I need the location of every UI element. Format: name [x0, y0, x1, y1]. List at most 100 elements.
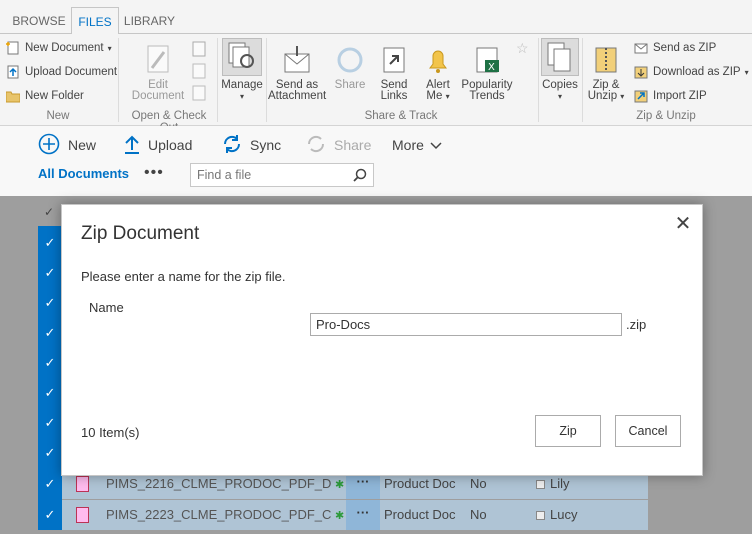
- new-folder-button[interactable]: New Folder: [5, 86, 84, 106]
- published-value: No: [470, 507, 487, 522]
- chevron-down-icon: ▾: [557, 92, 562, 101]
- row-checkmark[interactable]: ✓: [38, 438, 62, 468]
- dialog-description: Please enter a name for the zip file.: [81, 269, 286, 284]
- send-as-zip-button[interactable]: Send as ZIP: [634, 38, 716, 58]
- row-checkmark[interactable]: ✓: [38, 500, 62, 530]
- copies-label: Copies: [542, 79, 578, 91]
- alert-me-button[interactable]: Alert Me ▾: [418, 44, 458, 102]
- new-folder-label: New Folder: [25, 90, 84, 102]
- pdf-icon: [76, 476, 89, 492]
- group-label-zip: Zip & Unzip: [636, 110, 696, 122]
- upload-button[interactable]: Upload: [124, 134, 192, 156]
- copies-button[interactable]: Copies ▾: [540, 38, 580, 102]
- share-label: Share: [334, 137, 372, 153]
- share-icon: [334, 44, 366, 76]
- row-checkmark[interactable]: ✓: [38, 378, 62, 408]
- chevron-down-icon: ▾: [445, 92, 450, 101]
- tab-files[interactable]: FILES: [71, 7, 119, 35]
- sync-label: Sync: [250, 137, 282, 153]
- upload-document-button[interactable]: Upload Document: [6, 62, 117, 82]
- upload-label: Upload: [148, 137, 193, 153]
- row-checkmark[interactable]: ✓: [38, 258, 62, 288]
- tab-library[interactable]: LIBRARY: [119, 7, 180, 35]
- cancel-button[interactable]: Cancel: [615, 415, 681, 447]
- row-checkmark[interactable]: ✓: [38, 348, 62, 378]
- search-placeholder: Find a file: [197, 168, 252, 182]
- manage-button[interactable]: Manage ▾: [220, 38, 264, 102]
- send-links-label-2: Links: [380, 90, 408, 102]
- row-ellipsis[interactable]: ···: [346, 500, 380, 530]
- zip-name-input[interactable]: [310, 313, 622, 336]
- import-zip-button[interactable]: Import ZIP: [634, 86, 707, 106]
- chevron-down-icon: ▾: [239, 92, 244, 101]
- zip-button[interactable]: Zip: [535, 415, 601, 447]
- ribbon-tab-bar: BROWSE FILES LIBRARY: [0, 0, 752, 35]
- search-input[interactable]: Find a file: [190, 163, 374, 187]
- table-row[interactable]: PIMS_2223_CLME_PRODOC_PDF_C ✱ ··· Produc…: [62, 500, 648, 530]
- search-icon[interactable]: [353, 168, 367, 185]
- group-separator: [118, 38, 119, 122]
- copies-icon: [541, 38, 579, 76]
- chevron-down-icon: ▾: [107, 43, 112, 53]
- row-checkmark[interactable]: ✓: [38, 228, 62, 258]
- ribbon: New Document ▾ Upload Document New Folde…: [0, 34, 752, 134]
- group-separator: [217, 38, 218, 122]
- zip-extension: .zip: [626, 317, 647, 332]
- upload-icon: [6, 65, 20, 79]
- new-button[interactable]: New: [38, 133, 97, 158]
- folder-icon: [5, 89, 21, 103]
- close-icon[interactable]: ✕: [674, 214, 692, 234]
- svg-text:X: X: [488, 62, 495, 73]
- ribbon-share-button[interactable]: Share: [330, 44, 370, 91]
- row-checkmark[interactable]: ✓: [38, 318, 62, 348]
- more-button[interactable]: More: [392, 134, 442, 156]
- doc-type: Product Doc: [384, 476, 456, 491]
- share-icon: [306, 134, 326, 157]
- tab-browse[interactable]: BROWSE: [8, 7, 70, 35]
- manage-icon: [222, 38, 262, 76]
- edit-document-label-2: Document: [131, 90, 185, 102]
- attachment-icon: [281, 44, 313, 76]
- zip-unzip-button[interactable]: Zip & Unzip ▾: [586, 44, 626, 102]
- star-icon[interactable]: ☆: [516, 40, 529, 57]
- upload-arrow-icon: [124, 134, 140, 157]
- row-checkmark[interactable]: ✓: [38, 288, 62, 318]
- file-name[interactable]: PIMS_2223_CLME_PRODOC_PDF_C ✱: [106, 507, 344, 522]
- import-zip-icon: [634, 89, 648, 103]
- chevron-down-icon: ▾: [620, 92, 625, 101]
- file-name[interactable]: PIMS_2216_CLME_PRODOC_PDF_D ✱: [106, 476, 344, 491]
- share-button[interactable]: Share: [306, 134, 371, 156]
- group-label-new: New: [46, 110, 70, 122]
- row-checkmark[interactable]: ✓: [38, 408, 62, 438]
- group-separator: [266, 38, 267, 122]
- new-item-icon: ✱: [335, 510, 345, 522]
- plus-circle-icon: [38, 133, 60, 158]
- download-as-zip-button[interactable]: Download as ZIP ▾: [634, 62, 749, 82]
- chevron-down-icon: [430, 137, 442, 153]
- owner-name: Lucy: [550, 507, 578, 522]
- send-as-attachment-button[interactable]: Send as Attachment: [268, 44, 326, 102]
- doc-type: Product Doc: [384, 507, 456, 522]
- sync-button[interactable]: Sync: [222, 134, 281, 156]
- alert-me-label-2: Me ▾: [426, 90, 450, 102]
- view-selector-all-documents[interactable]: All Documents: [38, 166, 129, 181]
- excel-icon: X: [471, 44, 503, 76]
- popularity-trends-button[interactable]: X Popularity Trends: [460, 44, 514, 102]
- new-document-icon: [6, 41, 20, 55]
- row-checkmark[interactable]: ✓: [38, 469, 62, 499]
- view-options-ellipsis[interactable]: •••: [144, 164, 164, 182]
- new-document-button[interactable]: New Document ▾: [6, 38, 112, 58]
- new-label: New: [68, 137, 97, 153]
- popularity-label-2: Trends: [469, 90, 505, 102]
- item-count: 10 Item(s): [81, 425, 140, 440]
- sync-icon: [222, 134, 242, 157]
- import-zip-label: Import ZIP: [653, 90, 707, 102]
- new-document-label: New Document: [25, 42, 104, 54]
- send-links-button[interactable]: Send Links: [374, 44, 414, 102]
- row-checkbox[interactable]: [536, 511, 545, 520]
- row-checkbox[interactable]: [536, 480, 545, 489]
- select-all-checkmark[interactable]: ✓: [44, 205, 54, 219]
- send-zip-icon: [634, 41, 648, 55]
- send-as-zip-label: Send as ZIP: [653, 42, 717, 54]
- edit-document-button[interactable]: Edit Document: [130, 44, 186, 102]
